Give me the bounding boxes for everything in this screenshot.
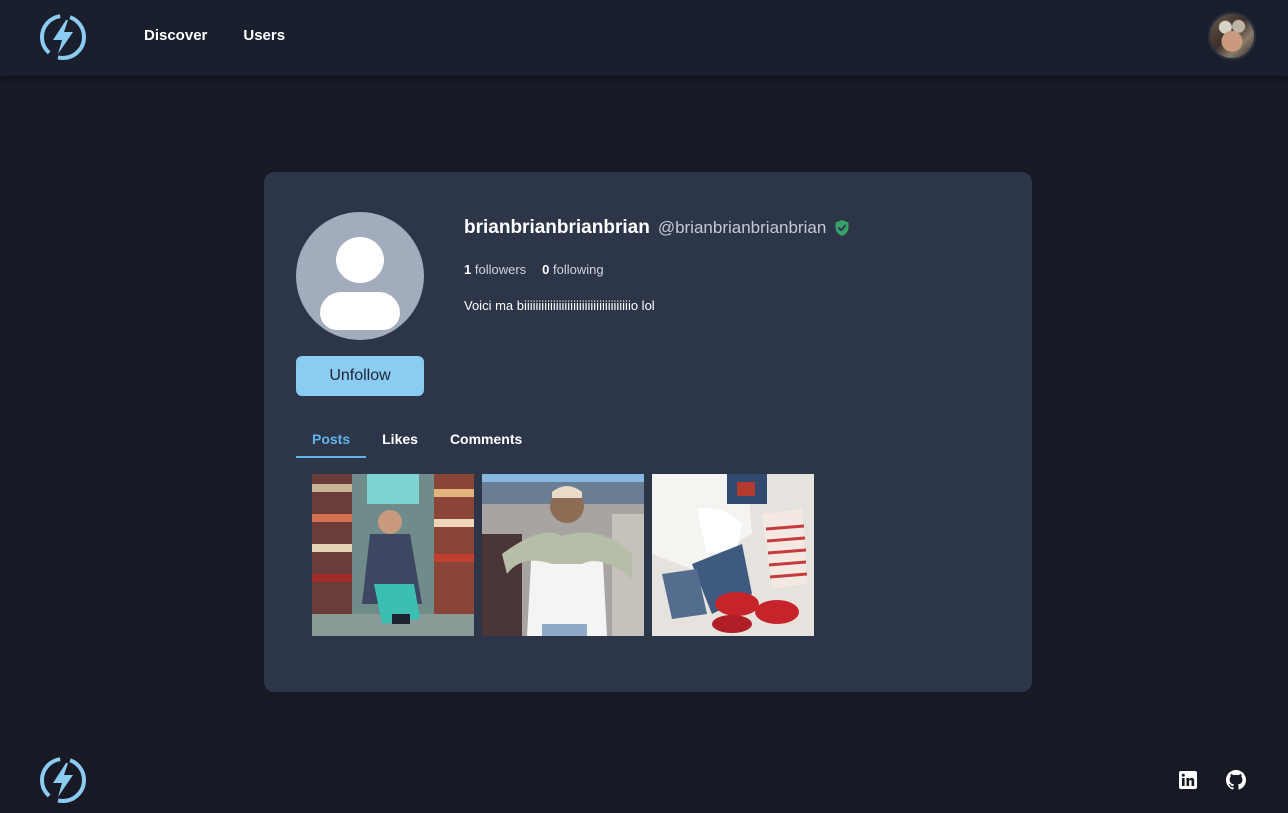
following-count: 0 (542, 262, 550, 277)
linkedin-icon[interactable] (1178, 770, 1198, 790)
post-thumbnail-2[interactable] (482, 474, 644, 636)
profile-avatar-placeholder (296, 212, 424, 340)
following-label: following (553, 262, 604, 277)
tab-likes[interactable]: Likes (366, 424, 434, 458)
post-thumbnail-1[interactable] (312, 474, 474, 636)
profile-bio: Voici ma biiiiiiiiiiiiiiiiiiiiiiiiiiiiii… (464, 298, 655, 313)
user-avatar[interactable] (1208, 12, 1256, 60)
post-thumbnail-3[interactable] (652, 474, 814, 636)
posts-gallery (312, 474, 814, 636)
github-icon[interactable] (1226, 770, 1246, 790)
profile-card: Unfollow brianbrianbrianbrian @brianbria… (264, 172, 1032, 692)
followers-stat[interactable]: 1 followers (464, 262, 526, 277)
avatar-head-shape (336, 237, 384, 283)
avatar-body-shape (320, 292, 400, 330)
lightning-bolt-icon[interactable] (38, 12, 88, 62)
shield-check-icon (834, 219, 850, 237)
followers-label: followers (474, 262, 527, 277)
nav-discover-link[interactable]: Discover (144, 27, 207, 44)
profile-display-name: brianbrianbrianbrian (464, 217, 650, 238)
follow-stats: 1 followers 0 following (464, 262, 1004, 277)
main-nav: Discover Users (144, 27, 285, 44)
followers-count: 1 (464, 262, 472, 277)
profile-tabs: Posts Likes Comments (296, 424, 538, 458)
unfollow-button[interactable]: Unfollow (296, 356, 424, 396)
tab-posts[interactable]: Posts (296, 424, 367, 458)
nav-users-link[interactable]: Users (243, 27, 285, 44)
profile-handle: @brianbrianbrianbrian (657, 218, 827, 237)
tab-comments[interactable]: Comments (434, 424, 538, 458)
following-stat[interactable]: 0 following (542, 262, 603, 277)
footer-lightning-bolt-icon[interactable] (38, 755, 88, 805)
profile-info: brianbrianbrianbrian @brianbrianbrianbri… (464, 216, 1004, 313)
profile-name-row: brianbrianbrianbrian @brianbrianbrianbri… (464, 216, 1004, 240)
top-navbar: Discover Users (0, 0, 1288, 76)
